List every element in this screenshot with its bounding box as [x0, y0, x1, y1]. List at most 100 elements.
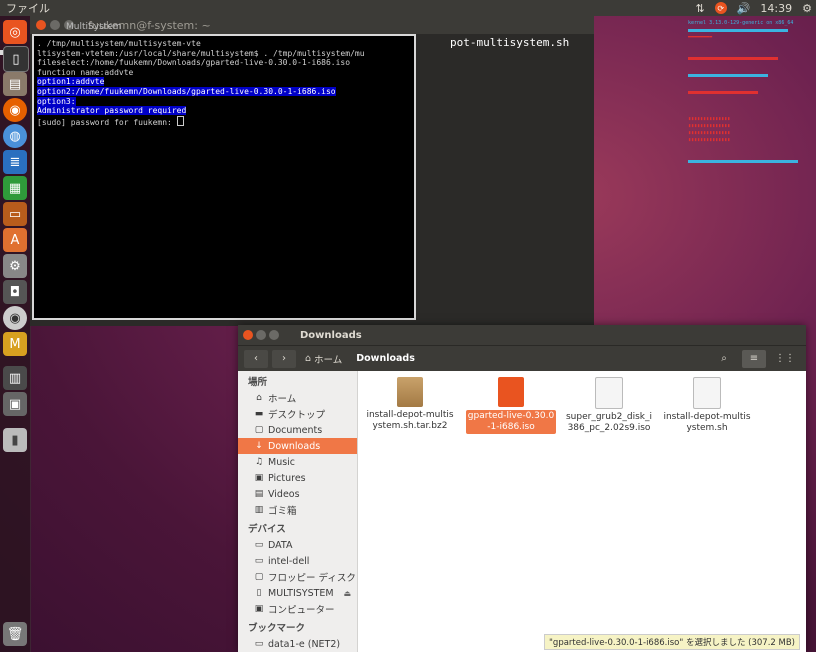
file-view[interactable]: install-depot-multisystem.sh.tar.bz2 gpa… [358, 371, 806, 652]
list-view-button[interactable]: ≡ [742, 349, 766, 368]
close-icon[interactable] [243, 330, 253, 340]
sidebar-item-label: コンピューター [268, 605, 335, 616]
sidebar-item-pictures[interactable]: ▣ Pictures [238, 470, 357, 486]
menu-icon: ≡ [749, 353, 759, 364]
sidebar-item-label: Pictures [268, 472, 306, 484]
calc-icon[interactable]: ▦ [3, 176, 27, 200]
app-menu-file[interactable]: ファイル [0, 0, 50, 16]
usb-icon[interactable]: ▮ [3, 428, 27, 452]
screenshot-icon[interactable]: ◘ [3, 280, 27, 304]
file-item-selected[interactable]: gparted-live-0.30.0-1-i686.iso [466, 377, 556, 434]
sidebar-item-computer[interactable]: ▣ コンピューター [238, 601, 357, 617]
workspace-icon[interactable]: ▥ [3, 366, 27, 390]
documents-icon: ▢ [254, 425, 264, 435]
file-name: install-depot-multisystem.sh.tar.bz2 [366, 410, 454, 431]
trash-icon[interactable]: 🗑 [3, 622, 27, 646]
terminal-icon[interactable]: ▯ [3, 46, 29, 72]
indicator-area: ⇅ ⟳ 🔊 14:39 ⚙ [696, 0, 813, 16]
update-icon[interactable]: ⟳ [714, 2, 727, 14]
sidebar-item-label: ホーム [268, 394, 297, 405]
terminal-highlight-line: option3: [37, 96, 76, 106]
disc-icon[interactable]: ◉ [3, 306, 27, 330]
chromium-icon[interactable]: ◍ [3, 124, 27, 148]
sidebar-item-documents[interactable]: ▢ Documents [238, 422, 357, 438]
terminal-cursor[interactable] [176, 115, 184, 126]
terminal-line: . /tmp/multisystem/multisystem-vte [37, 39, 201, 48]
back-button[interactable]: ‹ [244, 349, 268, 368]
sidebar-item-label: Videos [268, 488, 300, 500]
dash-icon[interactable]: ◎ [3, 20, 27, 44]
files-titlebar[interactable]: Downloads [238, 325, 806, 345]
home-icon: ⌂ [256, 393, 262, 403]
volume-icon[interactable]: 🔊 [737, 2, 751, 15]
pictures-icon: ▣ [254, 473, 264, 483]
eject-icon[interactable]: ⏏ [343, 589, 357, 598]
desktop-icon: ▬ [254, 409, 264, 419]
iso-icon [595, 377, 623, 409]
terminal-line: fileselect:/home/fuukemn/Downloads/gpart… [37, 58, 351, 68]
gear-icon[interactable]: ⚙ [802, 2, 812, 15]
save-icon[interactable]: ▣ [3, 392, 27, 416]
sidebar-item-music[interactable]: ♫ Music [238, 454, 357, 470]
sidebar-item-videos[interactable]: ▤ Videos [238, 486, 357, 502]
file-name: super_grub2_disk_i386_pc_2.02s9.iso [565, 412, 652, 433]
firefox-icon[interactable]: ◉ [3, 98, 27, 122]
multisystem-terminal[interactable]: MultiSystem . /tmp/multisystem/multisyst… [32, 22, 416, 320]
sidebar-item-label: data1-e (NET2) [268, 638, 341, 650]
sidebar-item-label: フロッピー ディスク [268, 573, 356, 584]
window-title: Downloads [300, 329, 362, 341]
minimize-icon[interactable] [256, 330, 266, 340]
search-icon: ⌕ [721, 353, 727, 364]
file-name: install-depot-multisystem.sh [663, 412, 751, 433]
sidebar-item-network-bookmark[interactable]: ▭ data1-e (NET2) [238, 636, 357, 652]
sidebar-heading-devices: デバイス [248, 524, 286, 535]
sidebar-item-multisystem[interactable]: ▯ MULTISYSTEM ⏏ [238, 585, 357, 601]
launcher: ◎ ▯ ▤ ◉ ◍ ≣ ▦ ▭ A ⚙ ◘ ◉ M ▥ ▣ ▮ 🗑 [0, 16, 31, 652]
search-button[interactable]: ⌕ [712, 350, 736, 368]
breadcrumb-home-label: ホーム [314, 354, 343, 366]
file-item[interactable]: install-depot-multisystem.sh.tar.bz2 [365, 377, 455, 432]
sidebar-item-downloads[interactable]: ↓ Downloads [238, 438, 357, 454]
writer-icon[interactable]: ≣ [3, 150, 27, 174]
sidebar-item-floppy[interactable]: ▢ フロッピー ディスク [238, 569, 357, 585]
drive-icon: ▭ [254, 556, 264, 566]
music-icon: ♫ [254, 457, 264, 467]
sidebar-item-label: ゴミ箱 [268, 506, 297, 517]
drive-icon: ▭ [254, 540, 264, 550]
multisystem-icon[interactable]: M [3, 332, 27, 356]
system-monitor-widget: kernel 3.13.0-129-generic on x86_64 ▬▬▬▬… [688, 20, 814, 240]
top-panel: ファイル ⇅ ⟳ 🔊 14:39 ⚙ [0, 0, 816, 16]
breadcrumb-home[interactable]: ⌂ ホーム [300, 350, 347, 368]
sidebar-item-data[interactable]: ▭ DATA [238, 537, 357, 553]
forward-button[interactable]: › [272, 349, 296, 368]
sidebar-item-home[interactable]: ⌂ ホーム [238, 390, 357, 406]
places-sidebar: 場所 ⌂ ホーム ▬ デスクトップ ▢ Documents ↓ Downloads ♫ M… [238, 371, 358, 652]
sidebar-item-intel-dell[interactable]: ▭ intel-dell [238, 553, 357, 569]
files-window[interactable]: Downloads ‹ › ⌂ ホーム Downloads ⌕ ≡ ⋮⋮ 場所 ⌂… [238, 325, 806, 652]
maximize-icon[interactable] [269, 330, 279, 340]
sidebar-item-label: Music [268, 456, 296, 468]
breadcrumb-current[interactable]: Downloads [351, 350, 420, 368]
sidebar-heading-places: 場所 [248, 377, 268, 388]
terminal-command-text: pot-multisystem.sh [450, 36, 570, 49]
file-name: gparted-live-0.30.0-1-i686.iso [466, 410, 556, 434]
clock[interactable]: 14:39 [760, 2, 792, 15]
files-icon[interactable]: ▤ [3, 72, 27, 96]
impress-icon[interactable]: ▭ [3, 202, 27, 226]
iso-icon [498, 377, 524, 407]
software-center-icon[interactable]: A [3, 228, 27, 252]
selection-status: "gparted-live-0.30.0-1-i686.iso" を選択しました… [544, 634, 800, 650]
settings-icon[interactable]: ⚙ [3, 254, 27, 278]
sidebar-item-label: Documents [268, 424, 323, 436]
sidebar-item-trash[interactable]: ▥ ゴミ箱 [238, 502, 357, 518]
script-icon [693, 377, 721, 409]
file-item[interactable]: super_grub2_disk_i386_pc_2.02s9.iso [564, 377, 654, 434]
sidebar-item-desktop[interactable]: ▬ デスクトップ [238, 406, 357, 422]
file-item[interactable]: install-depot-multisystem.sh [662, 377, 752, 434]
videos-icon: ▤ [254, 489, 264, 499]
terminal-highlight-line: Administrator password required [37, 106, 187, 116]
grid-view-button[interactable]: ⋮⋮ [772, 350, 798, 368]
terminal-output[interactable]: . /tmp/multisystem/multisystem-vte ltisys… [34, 36, 414, 130]
floppy-icon: ▢ [254, 572, 264, 582]
network-icon[interactable]: ⇅ [696, 2, 705, 15]
